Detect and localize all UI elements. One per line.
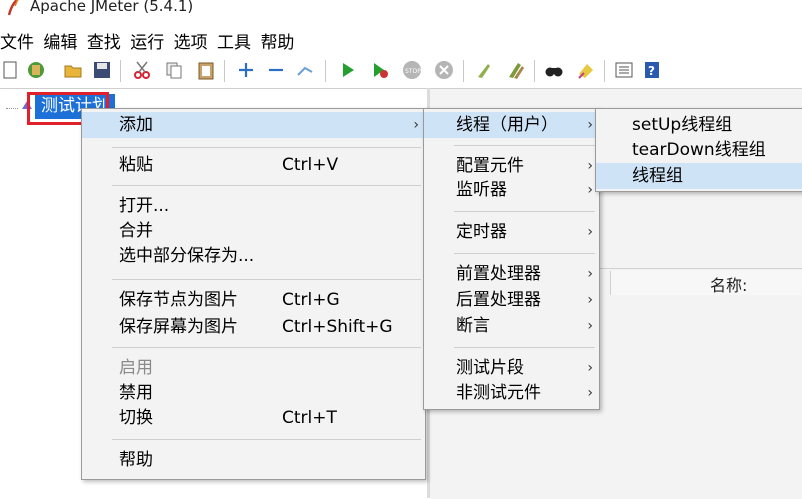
menu-item-timer[interactable]: 定时器 › [424, 219, 599, 245]
add-submenu: 线程（用户） › 配置元件 › 监听器 › 定时器 › 前置处理器 › 后置处理… [423, 108, 600, 410]
help-icon[interactable]: ? [642, 60, 662, 80]
shutdown-icon[interactable] [434, 60, 454, 80]
chevron-right-icon: › [413, 117, 419, 133]
chevron-right-icon: › [587, 385, 593, 401]
menu-item-save-selection[interactable]: 选中部分保存为... [82, 243, 425, 269]
chevron-right-icon: › [587, 182, 593, 198]
collapse-icon[interactable] [266, 60, 286, 80]
shortcut-label: Ctrl+Shift+G [282, 317, 393, 337]
chevron-right-icon: › [587, 158, 593, 174]
menu-search[interactable]: 查找 [87, 33, 121, 53]
menu-item-save-node-image[interactable]: 保存节点为图片 Ctrl+G [82, 287, 425, 313]
shortcut-label: Ctrl+T [282, 408, 337, 428]
title-bar: Apache JMeter (5.4.1) [0, 0, 802, 22]
menu-item-enable[interactable]: 启用 [82, 355, 425, 381]
chevron-right-icon: › [587, 360, 593, 376]
menu-item-pre-processor[interactable]: 前置处理器 › [424, 261, 599, 287]
menu-separator [112, 147, 421, 148]
menu-separator [454, 253, 595, 254]
reset-search-icon[interactable] [576, 60, 596, 80]
menu-options[interactable]: 选项 [174, 33, 208, 53]
menu-item-paste[interactable]: 粘贴 Ctrl+V [82, 152, 425, 178]
new-icon[interactable] [0, 60, 20, 80]
menu-item-listener[interactable]: 监听器 › [424, 177, 599, 203]
menu-item-disable[interactable]: 禁用 [82, 380, 425, 406]
menu-item-merge[interactable]: 合并 [82, 218, 425, 244]
open-icon[interactable] [63, 60, 83, 80]
toggle-icon[interactable] [295, 60, 315, 80]
chevron-right-icon: › [587, 318, 593, 334]
name-column-header [610, 271, 802, 295]
menu-file[interactable]: 文件 [0, 33, 34, 53]
menu-item-thread-group[interactable]: 线程组 [596, 163, 802, 189]
stop-icon[interactable]: STOP [402, 60, 422, 80]
menu-separator [112, 439, 421, 440]
toolbar: STOP ? [0, 57, 802, 89]
name-label: 名称: [710, 276, 748, 295]
svg-text:?: ? [648, 64, 655, 78]
save-icon[interactable] [92, 60, 112, 80]
copy-icon[interactable] [164, 60, 184, 80]
menu-item-add[interactable]: 添加 › [82, 112, 425, 138]
menu-item-config-element[interactable]: 配置元件 › [424, 153, 599, 179]
chevron-right-icon: › [587, 117, 593, 133]
feather-icon [7, 0, 19, 16]
menu-item-test-fragment[interactable]: 测试片段 › [424, 355, 599, 381]
menu-item-setup-thread-group[interactable]: setUp线程组 [596, 112, 802, 138]
menu-bar: 文件 编辑 查找 运行 选项 工具 帮助 [0, 28, 298, 53]
menu-separator [112, 347, 421, 348]
menu-item-assertion[interactable]: 断言 › [424, 313, 599, 339]
shortcut-label: Ctrl+V [282, 155, 339, 175]
menu-help[interactable]: 帮助 [260, 33, 294, 53]
menu-item-toggle[interactable]: 切换 Ctrl+T [82, 405, 425, 431]
cut-icon[interactable] [132, 60, 152, 80]
start-no-pause-icon[interactable] [370, 60, 390, 80]
menu-item-post-processor[interactable]: 后置处理器 › [424, 287, 599, 313]
menu-edit[interactable]: 编辑 [43, 33, 77, 53]
menu-item-open[interactable]: 打开... [82, 193, 425, 219]
menu-item-threads[interactable]: 线程（用户） › [424, 112, 599, 138]
menu-separator [454, 347, 595, 348]
menu-run[interactable]: 运行 [130, 33, 164, 53]
clear-all-icon[interactable] [506, 60, 526, 80]
menu-separator [454, 211, 595, 212]
search-icon[interactable] [544, 60, 564, 80]
menu-separator [112, 185, 421, 186]
chevron-right-icon: › [587, 224, 593, 240]
menu-item-help[interactable]: 帮助 [82, 447, 425, 473]
clear-icon[interactable] [474, 60, 494, 80]
menu-item-non-test-element[interactable]: 非测试元件 › [424, 380, 599, 406]
chevron-right-icon: › [587, 266, 593, 282]
svg-text:STOP: STOP [405, 68, 421, 75]
function-helper-icon[interactable] [614, 60, 634, 80]
context-menu: 添加 › 粘贴 Ctrl+V 打开... 合并 选中部分保存为... 保存节点为… [81, 108, 426, 480]
menu-separator [112, 279, 421, 280]
expand-icon[interactable] [236, 60, 256, 80]
shortcut-label: Ctrl+G [282, 290, 340, 310]
menu-tools[interactable]: 工具 [217, 33, 251, 53]
threads-submenu: setUp线程组 tearDown线程组 线程组 [595, 108, 802, 192]
menu-item-teardown-thread-group[interactable]: tearDown线程组 [596, 137, 802, 163]
templates-icon[interactable] [26, 60, 46, 80]
window-title: Apache JMeter (5.4.1) [30, 0, 194, 15]
chevron-right-icon: › [587, 292, 593, 308]
menu-item-save-screen-image[interactable]: 保存屏幕为图片 Ctrl+Shift+G [82, 314, 425, 340]
start-icon[interactable] [338, 60, 358, 80]
paste-icon[interactable] [196, 60, 216, 80]
menu-separator [454, 145, 595, 146]
tree-connector [6, 98, 18, 109]
